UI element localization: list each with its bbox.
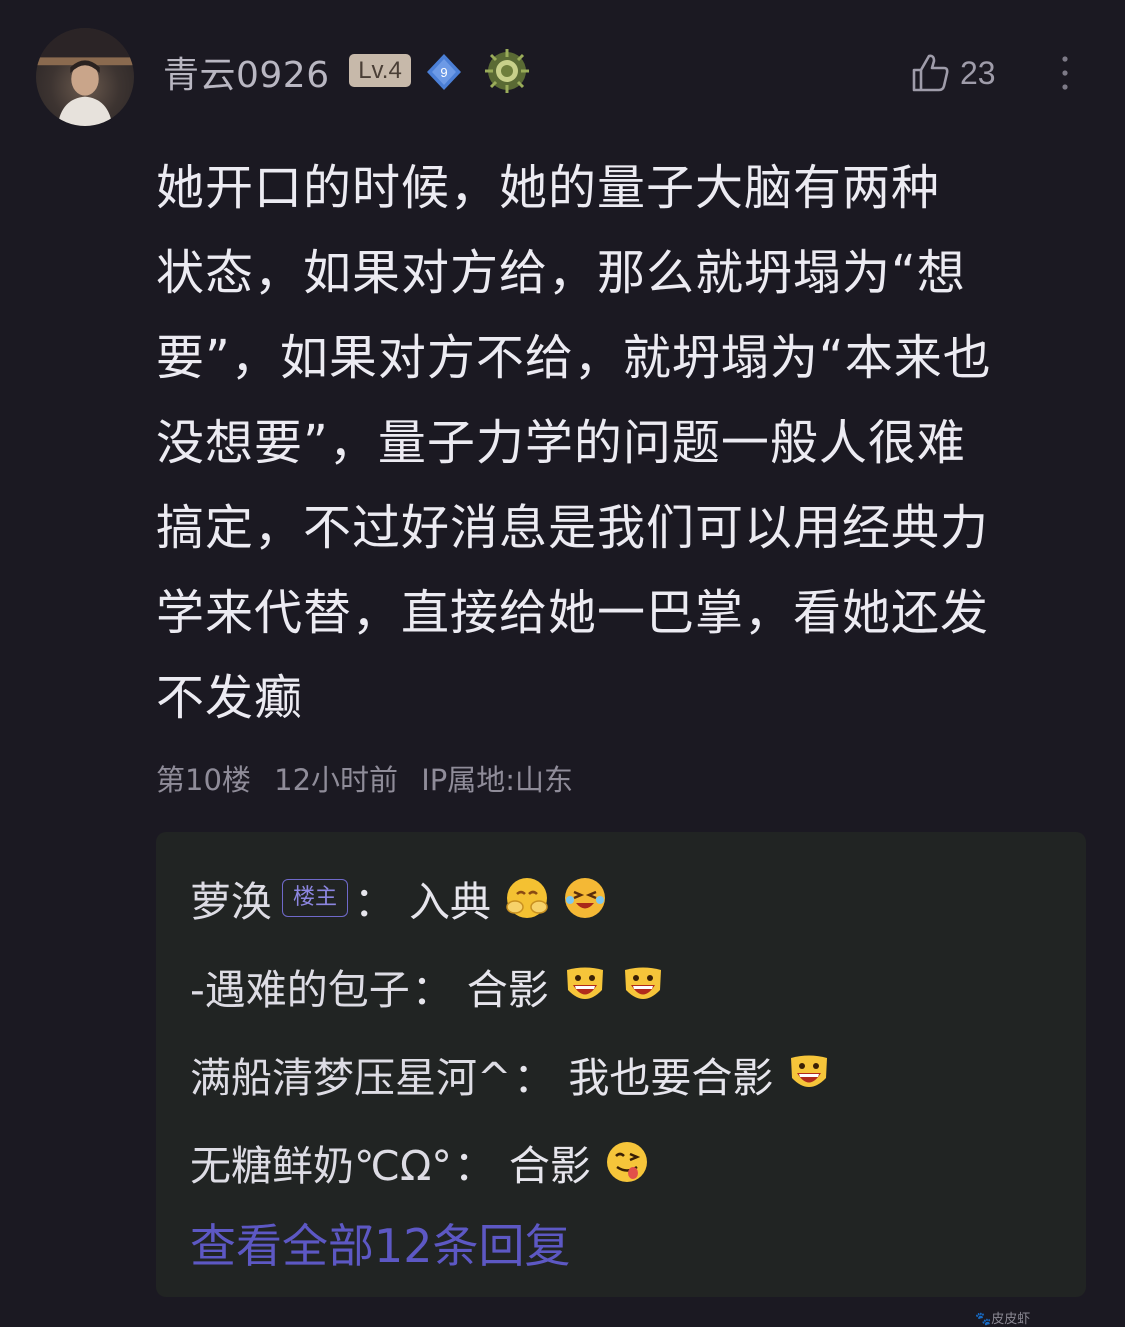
- reply-item[interactable]: -遇难的包子 ： 合影: [190, 956, 665, 1016]
- grin-emoji-icon: [624, 967, 661, 999]
- comment-line: 不发癫: [156, 670, 304, 726]
- reply-separator: ：: [513, 1054, 555, 1102]
- grin-emoji-icon: [791, 1055, 828, 1087]
- reply-text: 我也要合影: [568, 1054, 774, 1102]
- reply-separator: ：: [411, 966, 453, 1014]
- vip-level-text: 9: [440, 65, 447, 80]
- level-badge: Lv.4: [349, 54, 411, 87]
- reply-author[interactable]: -遇难的包子: [190, 956, 410, 1016]
- watermark-icon: 🐾: [975, 1312, 992, 1327]
- crying-laugh-emoji-icon: [565, 878, 606, 918]
- vip-diamond-icon: 9: [427, 54, 461, 90]
- post-time: 12小时前: [274, 763, 399, 797]
- comment-line: 状态，如果对方给，那么就坍塌为“想: [156, 245, 966, 301]
- floor-number: 第10楼: [156, 763, 251, 797]
- reply-text: 合影: [466, 966, 549, 1014]
- like-count: 23: [960, 54, 996, 91]
- comment-line: 要”，如果对方不给，就坍塌为“本来也: [156, 330, 992, 386]
- reply-author[interactable]: 无糖鲜奶℃Ω°: [190, 1132, 452, 1192]
- comment-line: 她开口的时候，她的量子大脑有两种: [156, 160, 941, 216]
- reply-text: 入典: [409, 878, 492, 926]
- reply-item[interactable]: 无糖鲜奶℃Ω° ： 合影: [190, 1132, 649, 1192]
- watermark-text: 皮皮虾: [991, 1312, 1031, 1327]
- grin-emoji-icon: [566, 967, 603, 999]
- comment-body: 她开口的时候，她的量子大脑有两种 状态，如果对方给，那么就坍塌为“想 要”，如果…: [156, 146, 1096, 741]
- reply-text: 合影: [508, 1142, 591, 1190]
- replies-panel: 萝涣 楼主 ： 入典 -遇难的包子 ： 合影 满船清梦压星河^ ： 我也要合影 …: [156, 832, 1086, 1297]
- ip-location: IP属地:山东: [421, 763, 574, 797]
- owner-tag: 楼主: [282, 879, 349, 917]
- view-all-replies-link[interactable]: 查看全部12条回复: [190, 1210, 571, 1276]
- thumbs-up-icon: [912, 54, 949, 92]
- reply-item[interactable]: 萝涣 楼主 ： 入典: [190, 868, 607, 928]
- reply-author[interactable]: 萝涣: [190, 868, 272, 928]
- cover-face-emoji-icon: [506, 878, 548, 918]
- username[interactable]: 青云0926: [163, 46, 330, 98]
- comment-line: 搞定，不过好消息是我们可以用经典力: [156, 500, 990, 556]
- like-button[interactable]: 23: [908, 50, 996, 96]
- reply-separator: ：: [354, 878, 396, 926]
- tongue-emoji-icon: [606, 1142, 647, 1182]
- comment-meta: 第10楼 12小时前 IP属地:山东: [156, 757, 587, 799]
- watermark: 🐾皮皮虾: [975, 1308, 1030, 1327]
- reply-item[interactable]: 满船清梦压星河^ ： 我也要合影: [190, 1044, 831, 1104]
- reply-author[interactable]: 满船清梦压星河^: [190, 1044, 511, 1104]
- comment-line: 学来代替，直接给她一巴掌，看她还发: [156, 585, 990, 641]
- medal-icon: [485, 49, 529, 93]
- reply-separator: ：: [453, 1142, 495, 1190]
- user-avatar[interactable]: [36, 28, 134, 126]
- comment-line: 没想要”，量子力学的问题一般人很难: [156, 415, 966, 471]
- more-options-icon[interactable]: [1052, 50, 1078, 96]
